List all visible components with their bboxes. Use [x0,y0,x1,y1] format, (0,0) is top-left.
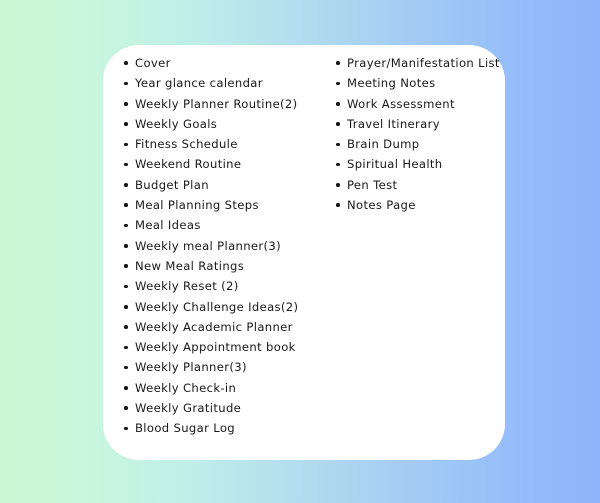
list-item: Weekly Planner Routine(2) [124,94,317,114]
list-item-label: Cover [135,56,171,70]
list-item-label: Pen Test [347,177,398,192]
list-item: Meal Planning Steps [124,195,317,215]
list-item: Fitness Schedule [124,134,317,154]
bullet-icon [124,426,128,431]
list-item-label: Weekly Planner(3) [135,360,247,375]
list-item: Weekly Reset (2) [124,276,317,296]
list-item-label: Travel Itinerary [347,116,440,131]
bullet-icon [336,142,340,147]
bullet-icon [124,284,128,289]
two-column-list: Cover Year glance calendar Weekly Planner … [103,45,505,460]
list-item: New Meal Ratings [124,256,317,276]
list-item: Year glance calendar [124,73,317,93]
list-item: Weekend Routine [124,154,317,174]
right-column-list: Prayer/Manifestation List Meeting Notes Wo… [317,45,505,215]
list-item-label: Budget Plan [135,177,209,192]
list-item: Brain Dump [336,134,505,154]
bullet-icon [124,61,128,65]
bullet-icon [124,304,128,309]
list-item: Pen Test [336,175,505,195]
list-item: Travel Itinerary [336,114,505,134]
bullet-icon [124,142,128,147]
list-item-label: Weekly Planner Routine(2) [135,96,298,111]
page-canvas: Cover Year glance calendar Weekly Planner … [0,0,600,503]
list-item: Weekly Academic Planner [124,317,317,337]
list-item: Weekly Appointment book [124,337,317,357]
bullet-icon [124,81,128,86]
list-item-label: Weekly Goals [135,116,218,131]
list-item-label: Weekly Academic Planner [135,319,293,334]
list-item-label: Meeting Notes [347,76,436,91]
bullet-icon [124,223,128,228]
list-item: Meeting Notes [336,73,505,93]
list-item-label: Work Assessment [347,96,455,111]
list-item-label: Meal Ideas [135,218,201,233]
bullet-icon [124,203,128,208]
list-item: Weekly Goals [124,114,317,134]
list-item: Budget Plan [124,175,317,195]
bullet-icon [336,101,340,106]
list-item: Blood Sugar Log [124,418,317,438]
bullet-icon [336,81,340,86]
bullet-icon [336,122,340,126]
list-item-label: Weekly Gratitude [135,401,242,416]
list-item: Weekly Check-in [124,378,317,398]
list-item-label: Notes Page [347,198,416,213]
list-item-label: Spiritual Health [347,157,443,172]
bullet-icon [124,122,128,126]
list-item-label: Year glance calendar [135,76,263,91]
list-item-label: Fitness Schedule [135,137,238,152]
bullet-icon [336,162,340,167]
bullet-icon [336,61,340,65]
list-item-label: Weekly meal Planner(3) [135,238,282,253]
contents-card: Cover Year glance calendar Weekly Planner … [103,45,505,460]
bullet-icon [124,345,128,350]
list-item: Spiritual Health [336,154,505,174]
list-item-label: Weekly Reset (2) [135,279,239,294]
bullet-icon [336,183,340,187]
list-item-label: Blood Sugar Log [135,421,235,436]
bullet-icon [124,183,128,187]
bullet-icon [124,162,128,167]
list-item: Meal Ideas [124,215,317,235]
list-item-label: Prayer/Manifestation List [347,56,500,70]
list-item-label: Weekend Routine [135,157,242,172]
list-item: Cover [124,53,317,73]
bullet-icon [124,244,128,248]
bullet-icon [124,406,128,410]
bullet-icon [124,264,128,268]
bullet-icon [124,365,128,370]
list-item-label: Weekly Appointment book [135,340,296,355]
list-item: Weekly Challenge Ideas(2) [124,297,317,317]
list-item-label: New Meal Ratings [135,258,245,273]
list-item-label: Weekly Challenge Ideas(2) [135,299,299,314]
list-item-label: Brain Dump [347,137,420,152]
list-item: Weekly Gratitude [124,398,317,418]
list-item-label: Weekly Check-in [135,380,237,395]
list-item: Work Assessment [336,94,505,114]
list-item: Prayer/Manifestation List [336,53,505,73]
list-item: Notes Page [336,195,505,215]
bullet-icon [124,101,128,106]
bullet-icon [124,386,128,390]
bullet-icon [124,325,128,329]
bullet-icon [336,203,340,208]
list-item-label: Meal Planning Steps [135,198,259,213]
left-column-list: Cover Year glance calendar Weekly Planner … [103,45,317,439]
list-item: Weekly Planner(3) [124,357,317,377]
list-item: Weekly meal Planner(3) [124,236,317,256]
